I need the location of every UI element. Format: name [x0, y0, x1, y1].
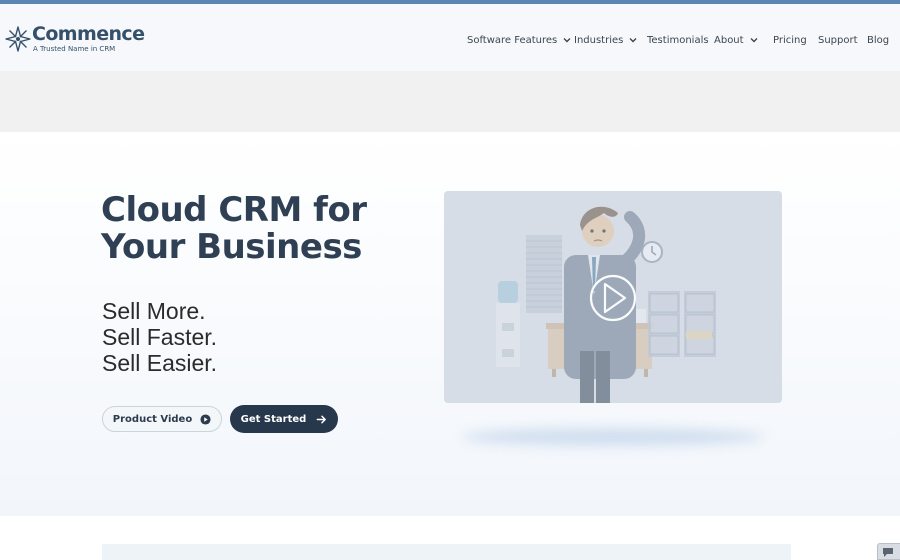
hero-title-line: Your Business [101, 227, 362, 267]
nav-item-about[interactable]: About [714, 31, 759, 49]
brand-tagline: A Trusted Name in CRM [33, 45, 116, 53]
nav-item-industries[interactable]: Industries [574, 31, 638, 49]
nav-item-support[interactable]: Support [818, 31, 858, 49]
product-video-thumbnail[interactable] [444, 191, 782, 403]
nav-item-label: Software Features [467, 34, 558, 46]
nav-item-pricing[interactable]: Pricing [773, 31, 807, 49]
chevron-down-icon [750, 38, 758, 43]
next-section-card [102, 544, 791, 560]
chat-widget[interactable] [877, 543, 900, 560]
chevron-down-icon [563, 38, 571, 43]
hero-tagline: Sell Faster. [102, 324, 218, 350]
arrow-right-icon [316, 415, 327, 423]
play-circle-icon [200, 413, 211, 425]
hero-tagline: Sell Easier. [102, 350, 218, 376]
nav-item-testimonials[interactable]: Testimonials [647, 31, 709, 49]
video-shadow [462, 428, 764, 446]
get-started-button[interactable]: Get Started [230, 405, 338, 433]
nav-item-label: Pricing [773, 34, 807, 46]
site-header: Commence A Trusted Name in CRM Software … [0, 4, 900, 71]
nav-item-blog[interactable]: Blog [867, 31, 889, 49]
chat-icon [883, 548, 893, 557]
nav-item-label: About [714, 34, 744, 46]
office-worker-illustration [444, 191, 782, 403]
nav-item-software-features[interactable]: Software Features [467, 31, 572, 49]
nav-item-label: Support [818, 34, 858, 46]
brand-logo[interactable]: Commence A Trusted Name in CRM [4, 23, 145, 56]
product-video-button[interactable]: Product Video [102, 406, 222, 432]
hero-tagline: Sell More. [102, 298, 206, 324]
compass-star-icon [5, 26, 31, 52]
nav-item-label: Blog [867, 34, 890, 46]
hero-title-line: Cloud CRM for [101, 190, 367, 230]
nav-item-label: Testimonials [647, 34, 709, 46]
brand-name: Commence [32, 23, 145, 45]
product-video-label: Product Video [112, 413, 193, 425]
get-started-label: Get Started [240, 413, 307, 425]
announcement-band [0, 71, 900, 132]
chevron-down-icon [629, 38, 637, 43]
hero-title: Cloud CRM for Your Business [101, 192, 421, 266]
nav-item-label: Industries [574, 34, 624, 46]
